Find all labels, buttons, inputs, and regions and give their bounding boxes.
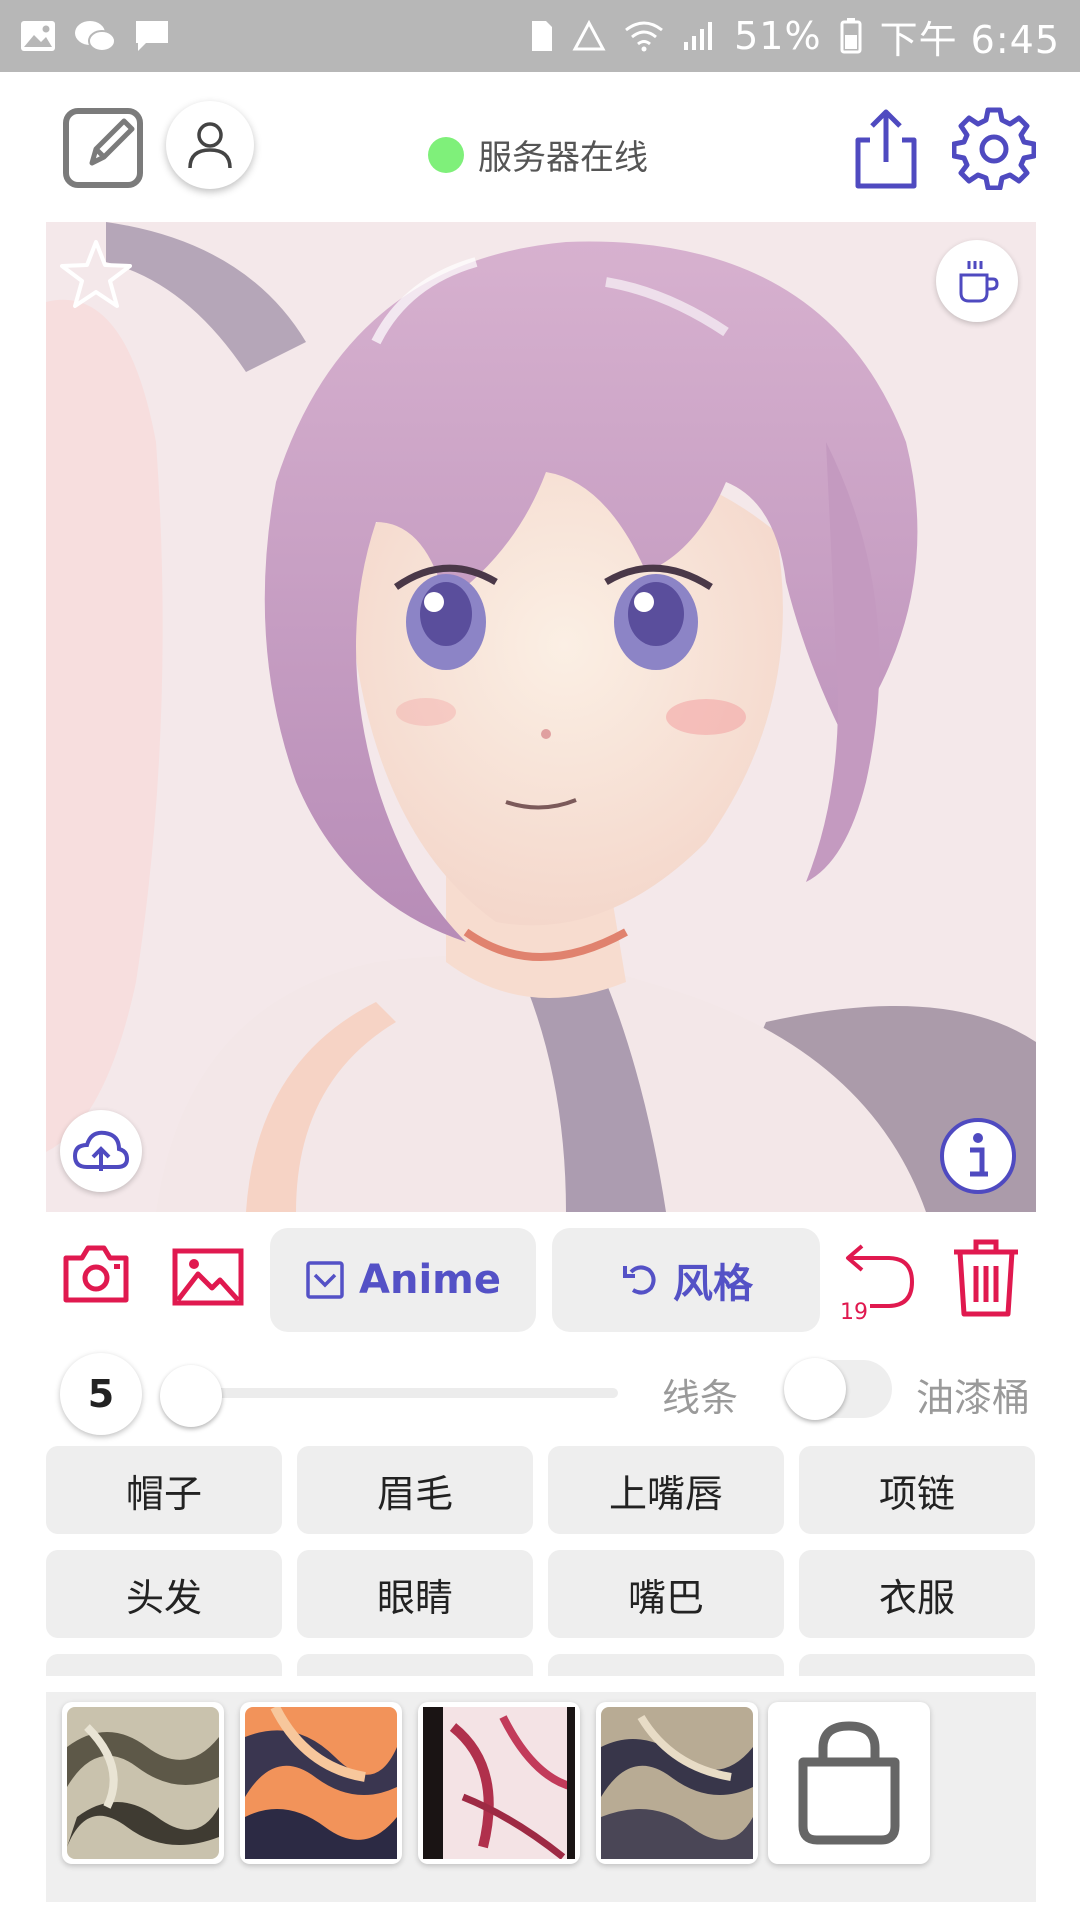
trash-icon (954, 1239, 1018, 1317)
user-icon (188, 122, 232, 169)
refresh-icon (623, 1265, 656, 1295)
cloud-upload-icon (73, 1130, 129, 1171)
camera-icon (63, 1245, 129, 1303)
sim-icon (530, 19, 554, 53)
line-mode-label[interactable]: 线条 (662, 1367, 738, 1422)
shopping-bag-icon (798, 1721, 900, 1845)
share-icon (855, 109, 917, 189)
brush-settings-row: 5 线条 油漆桶 (0, 1345, 1080, 1435)
coffee-button[interactable] (936, 240, 1018, 322)
signal-icon (682, 20, 716, 52)
server-status-text: 服务器在线 (478, 138, 648, 178)
share-button[interactable] (848, 106, 924, 190)
style-thumbnail (67, 1707, 219, 1859)
part-button-partial[interactable] (548, 1654, 784, 1676)
top-toolbar: 服务器在线 (0, 72, 1080, 222)
drawing-canvas[interactable] (46, 222, 1036, 1212)
style-tray (46, 1692, 1036, 1902)
undo-count: 19 (840, 1300, 868, 1325)
style-swatch[interactable] (240, 1702, 402, 1864)
brush-size-value[interactable]: 5 (60, 1353, 142, 1435)
clock: 下午 6:45 (879, 17, 1060, 62)
delete-button[interactable] (950, 1238, 1022, 1318)
style-swatch[interactable] (62, 1702, 224, 1864)
info-icon (940, 1118, 1016, 1194)
gallery-notification-icon (20, 20, 56, 52)
part-button-partial[interactable] (297, 1654, 533, 1676)
upload-button[interactable] (60, 1110, 142, 1192)
part-hair-button[interactable]: 头发 (46, 1550, 282, 1638)
battery-icon (840, 18, 862, 54)
gear-icon (951, 107, 1037, 191)
part-eyes-button[interactable]: 眼睛 (297, 1550, 533, 1638)
action-row: Anime 风格 19 (0, 1222, 1080, 1332)
model-label: Anime (359, 1257, 501, 1303)
parts-grid: 帽子 眉毛 上嘴唇 项链 头发 眼睛 嘴巴 衣服 (46, 1446, 1036, 1676)
battery-percent: 51% (734, 14, 822, 58)
wifi-icon (624, 20, 664, 52)
info-button[interactable] (938, 1116, 1018, 1196)
part-mouth-button[interactable]: 嘴巴 (548, 1550, 784, 1638)
user-button[interactable] (166, 101, 254, 189)
style-label: 风格 (673, 1261, 753, 1307)
paint-bucket-label[interactable]: 油漆桶 (916, 1367, 1030, 1422)
generated-anime-image (46, 222, 1036, 1212)
pencil-square-icon (63, 108, 143, 188)
server-status: 服务器在线 (428, 130, 648, 179)
coffee-cup-icon (959, 261, 999, 303)
image-icon (172, 1248, 244, 1306)
gallery-button[interactable] (172, 1248, 244, 1306)
status-bar: 51% 下午 6:45 (0, 0, 1080, 72)
part-hat-button[interactable]: 帽子 (46, 1446, 282, 1534)
settings-button[interactable] (951, 106, 1037, 191)
style-swatch[interactable] (596, 1702, 758, 1864)
style-button[interactable]: 风格 (552, 1228, 820, 1332)
fill-mode-toggle-thumb[interactable] (784, 1358, 846, 1420)
part-clothes-button[interactable]: 衣服 (799, 1550, 1035, 1638)
star-icon (60, 240, 132, 308)
style-store-button[interactable] (768, 1702, 930, 1864)
brush-size-thumb[interactable] (160, 1365, 222, 1427)
part-button-partial[interactable] (46, 1654, 282, 1676)
wechat-notification-icon (74, 19, 116, 53)
style-thumbnail (423, 1707, 575, 1859)
part-upper-lip-button[interactable]: 上嘴唇 (548, 1446, 784, 1534)
brush-size-track[interactable] (188, 1388, 618, 1398)
part-button-partial[interactable] (799, 1654, 1035, 1676)
online-indicator (428, 136, 464, 173)
style-swatch[interactable] (418, 1702, 580, 1864)
dropdown-box-icon (306, 1261, 344, 1299)
part-necklace-button[interactable]: 项链 (799, 1446, 1035, 1534)
recycle-icon (572, 20, 606, 52)
style-thumbnail (601, 1707, 753, 1859)
edit-sketch-button[interactable] (62, 105, 146, 189)
favorite-button[interactable] (60, 238, 132, 310)
camera-button[interactable] (62, 1244, 130, 1304)
part-eyebrow-button[interactable]: 眉毛 (297, 1446, 533, 1534)
message-notification-icon (134, 19, 170, 53)
style-thumbnail (245, 1707, 397, 1859)
model-selector-button[interactable]: Anime (270, 1228, 536, 1332)
